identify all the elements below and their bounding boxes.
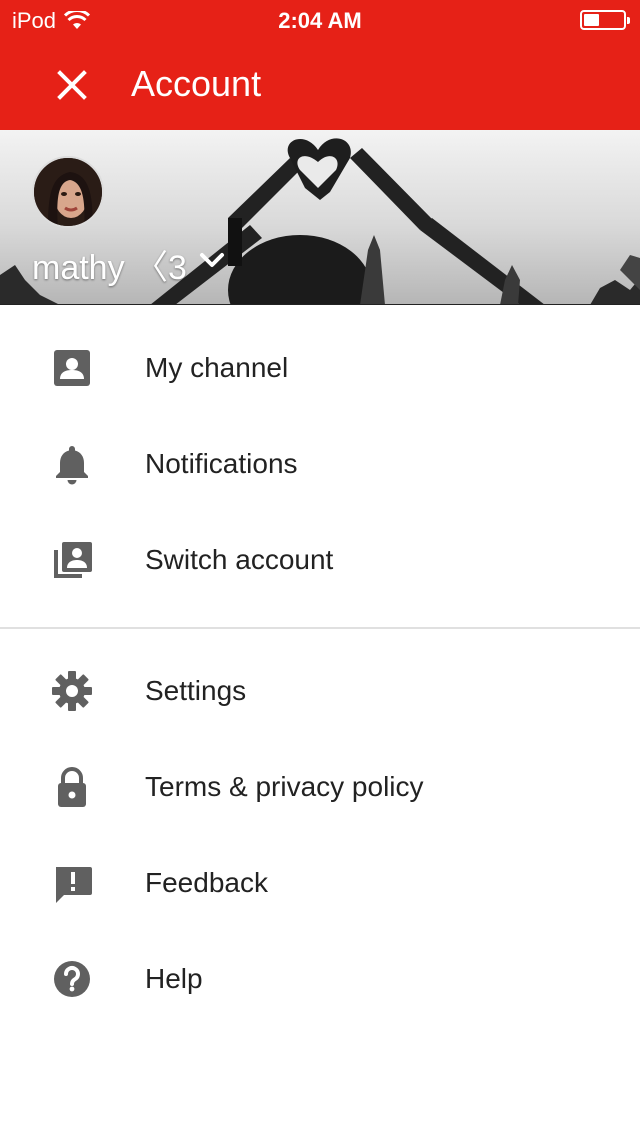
menu-label: Help [145, 963, 203, 994]
chevron-down-icon[interactable] [196, 244, 228, 276]
menu-item-switch-account[interactable]: Switch account [0, 512, 640, 608]
close-icon[interactable] [52, 65, 92, 105]
menu-item-feedback[interactable]: Feedback [0, 835, 640, 931]
menu-label: Switch account [145, 544, 334, 575]
page-title: Account [131, 63, 262, 104]
menu-item-my-channel[interactable]: My channel [0, 320, 640, 416]
menu-label: Feedback [145, 867, 268, 898]
feedback-icon [56, 867, 92, 903]
bell-icon [56, 446, 88, 485]
menu-divider [0, 627, 640, 629]
account-banner: mathy 〈3 [0, 130, 640, 305]
account-box-icon [54, 350, 90, 386]
menu-label: Terms & privacy policy [145, 771, 424, 802]
app-bar: Account [0, 40, 640, 130]
menu-item-terms-privacy[interactable]: Terms & privacy policy [0, 739, 640, 835]
account-name: mathy 〈3 [32, 249, 187, 287]
account-screen: iPod 2:04 AM Account mathy 〈3 My channel… [0, 0, 640, 1136]
switch-account-icon [54, 542, 92, 578]
battery-level [584, 14, 599, 26]
gear-icon [52, 671, 92, 711]
menu-label: My channel [145, 352, 289, 383]
menu-item-settings[interactable]: Settings [0, 643, 640, 739]
status-bar: iPod 2:04 AM [0, 0, 640, 40]
menu-label: Notifications [145, 448, 298, 479]
battery-icon [580, 10, 630, 30]
account-menu-primary: My channel Notifications Switch account [0, 320, 640, 608]
status-time: 2:04 AM [278, 8, 362, 33]
menu-label: Settings [145, 675, 247, 706]
avatar[interactable] [32, 156, 104, 228]
menu-item-help[interactable]: Help [0, 931, 640, 1027]
menu-item-notifications[interactable]: Notifications [0, 416, 640, 512]
help-icon [54, 961, 90, 997]
account-menu-secondary: Settings Terms & privacy policy Feedback [0, 643, 640, 1027]
lock-icon [58, 767, 86, 807]
